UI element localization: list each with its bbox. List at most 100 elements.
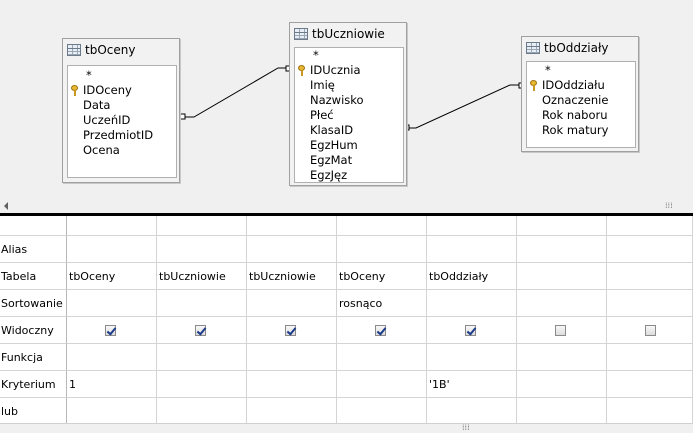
field-item[interactable]: * [68, 68, 176, 83]
column-header[interactable] [427, 216, 517, 236]
grid-cell-tabela[interactable]: tbOceny [67, 263, 157, 290]
grid-cell-funkcja[interactable] [337, 344, 427, 371]
field-item[interactable]: Oznaczenie [527, 93, 635, 108]
table-window-tbOddzialy[interactable]: tbOddziały * IDOddziału Oznaczenie Rok n… [521, 36, 639, 152]
checkbox-icon[interactable] [555, 325, 566, 336]
grid-cell-widoczny[interactable] [427, 317, 517, 344]
grid-cell-lub[interactable] [337, 398, 427, 423]
scroll-left-arrow-icon[interactable] [4, 202, 8, 210]
grid-cell-sortowanie[interactable] [517, 290, 607, 317]
column-header[interactable] [337, 216, 427, 236]
column-header[interactable] [247, 216, 337, 236]
grid-cell-alias[interactable] [337, 236, 427, 263]
field-item[interactable]: * [527, 63, 635, 78]
grid-cell-alias[interactable] [427, 236, 517, 263]
field-item-key[interactable]: IDOddziału [527, 78, 635, 93]
column-header[interactable] [607, 216, 693, 236]
checkbox-icon[interactable] [195, 325, 206, 336]
field-item[interactable]: * [295, 48, 403, 63]
table-icon [67, 44, 81, 56]
grid-cell-lub[interactable] [247, 398, 337, 423]
grid-cell-kryterium[interactable] [337, 371, 427, 398]
grid-cell-alias[interactable] [67, 236, 157, 263]
field-item[interactable]: UczeńID [68, 113, 176, 128]
grid-cell-widoczny[interactable] [157, 317, 247, 344]
grid-cell-kryterium[interactable] [247, 371, 337, 398]
grid-cell-tabela[interactable]: tbOddziały [427, 263, 517, 290]
checkbox-icon[interactable] [645, 325, 656, 336]
table-window-tbUczniowie[interactable]: tbUczniowie * IDUcznia Imię Nazwisko Płe… [289, 22, 407, 186]
grid-cell-kryterium[interactable] [607, 371, 693, 398]
grid-cell-sortowanie[interactable] [67, 290, 157, 317]
field-item[interactable]: Ocena [68, 143, 176, 158]
field-item[interactable]: Imię [295, 78, 403, 93]
grid-cell-lub[interactable] [517, 398, 607, 423]
grid-cell-sortowanie[interactable] [607, 290, 693, 317]
query-design-grid[interactable]: Alias Tabela tbOceny tbUczniowie tbUczniowie… [0, 216, 693, 423]
grid-cell-sortowanie[interactable]: rosnąco [337, 290, 427, 317]
field-item-key[interactable]: IDUcznia [295, 63, 403, 78]
table-title-bar[interactable]: tbOddziały [522, 37, 638, 59]
scroll-grip-icon[interactable]: ⁞⁞⁞ [462, 423, 470, 432]
grid-cell-kryterium[interactable] [517, 371, 607, 398]
grid-cell-kryterium[interactable] [157, 371, 247, 398]
grid-cell-lub[interactable] [427, 398, 517, 423]
field-item[interactable]: Rok matury [527, 123, 635, 138]
field-item[interactable]: Rok naboru [527, 108, 635, 123]
column-header[interactable] [157, 216, 247, 236]
grid-cell-alias[interactable] [607, 236, 693, 263]
checkbox-icon[interactable] [105, 325, 116, 336]
grid-cell-widoczny[interactable] [67, 317, 157, 344]
grid-cell-funkcja[interactable] [247, 344, 337, 371]
field-item[interactable]: Płeć [295, 108, 403, 123]
grid-cell-tabela[interactable]: tbUczniowie [157, 263, 247, 290]
table-title-bar[interactable]: tbOceny [63, 39, 179, 61]
grid-cell-funkcja[interactable] [427, 344, 517, 371]
field-item[interactable]: Data [68, 98, 176, 113]
grid-cell-widoczny[interactable] [337, 317, 427, 344]
grid-cell-sortowanie[interactable] [247, 290, 337, 317]
grid-cell-kryterium[interactable]: 1 [67, 371, 157, 398]
grid-cell-alias[interactable] [247, 236, 337, 263]
field-list[interactable]: * IDUcznia Imię Nazwisko Płeć KlasaID Eg… [294, 47, 404, 183]
column-header[interactable] [517, 216, 607, 236]
grid-cell-lub[interactable] [157, 398, 247, 423]
grid-horizontal-scrollbar[interactable]: ⁞⁞⁞ [0, 423, 693, 433]
grid-cell-funkcja[interactable] [67, 344, 157, 371]
scroll-grip-icon[interactable]: ⁞⁞⁞ [665, 201, 673, 210]
checkbox-icon[interactable] [285, 325, 296, 336]
field-item[interactable]: KlasaID [295, 123, 403, 138]
grid-cell-funkcja[interactable] [517, 344, 607, 371]
grid-cell-tabela[interactable]: tbUczniowie [247, 263, 337, 290]
table-title-bar[interactable]: tbUczniowie [290, 23, 406, 45]
grid-cell-widoczny[interactable] [517, 317, 607, 344]
grid-cell-widoczny[interactable] [247, 317, 337, 344]
grid-cell-tabela[interactable]: tbOceny [337, 263, 427, 290]
column-header[interactable] [67, 216, 157, 236]
grid-cell-widoczny[interactable] [607, 317, 693, 344]
grid-cell-alias[interactable] [517, 236, 607, 263]
field-item[interactable]: EgzMat [295, 153, 403, 168]
grid-cell-tabela[interactable] [607, 263, 693, 290]
grid-cell-lub[interactable] [67, 398, 157, 423]
field-list[interactable]: * IDOceny Data UczeńID PrzedmiotID Ocena [67, 65, 177, 178]
checkbox-icon[interactable] [465, 325, 476, 336]
field-list[interactable]: * IDOddziału Oznaczenie Rok naboru Rok m… [526, 61, 636, 148]
grid-cell-kryterium[interactable]: '1B' [427, 371, 517, 398]
grid-cell-lub[interactable] [607, 398, 693, 423]
grid-cell-tabela[interactable] [517, 263, 607, 290]
field-item[interactable]: Nazwisko [295, 93, 403, 108]
table-window-tbOceny[interactable]: tbOceny * IDOceny Data UczeńID Przedmiot… [62, 38, 180, 183]
field-item[interactable]: PrzedmiotID [68, 128, 176, 143]
grid-cell-sortowanie[interactable] [427, 290, 517, 317]
relations-canvas[interactable]: tbOceny * IDOceny Data UczeńID Przedmiot… [0, 0, 693, 196]
field-item[interactable]: EgzJęz [295, 168, 403, 183]
field-item-key[interactable]: IDOceny [68, 83, 176, 98]
field-item[interactable]: EgzHum [295, 138, 403, 153]
grid-cell-funkcja[interactable] [607, 344, 693, 371]
checkbox-icon[interactable] [375, 325, 386, 336]
grid-cell-funkcja[interactable] [157, 344, 247, 371]
grid-cell-alias[interactable] [157, 236, 247, 263]
canvas-horizontal-scrollbar[interactable]: ⁞⁞⁞ [0, 198, 693, 214]
grid-cell-sortowanie[interactable] [157, 290, 247, 317]
